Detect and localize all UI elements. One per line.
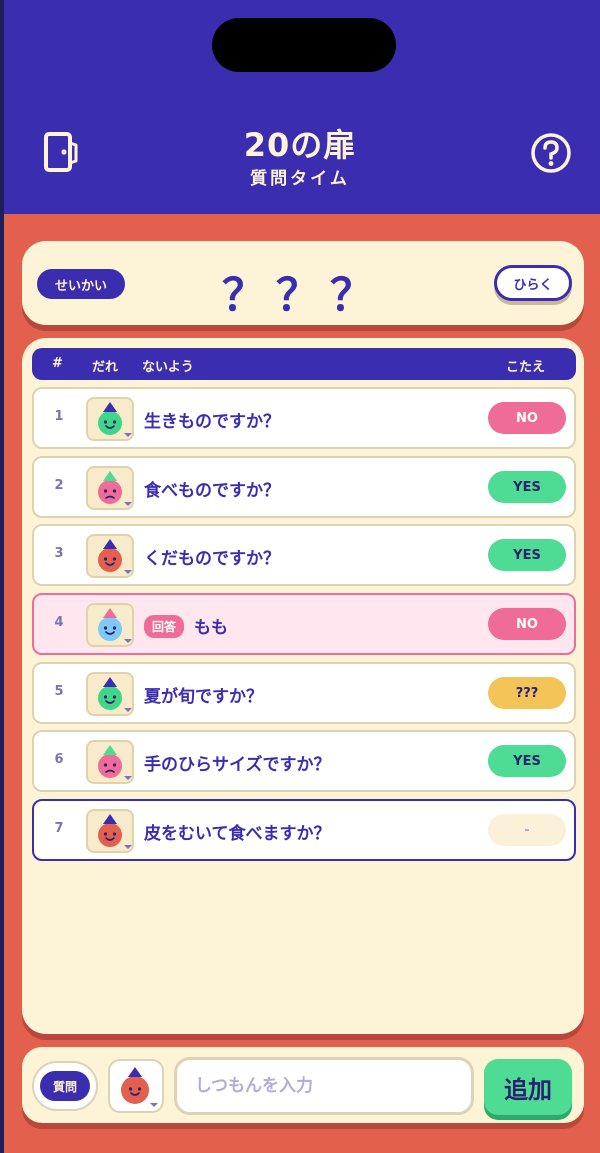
question-text: 回答 もも xyxy=(144,613,228,638)
dropdown-caret-icon xyxy=(124,502,132,506)
character-avatar xyxy=(121,1067,158,1107)
question-text: 夏が旬ですか？ xyxy=(144,682,263,707)
question-label: くだものですか？ xyxy=(144,549,280,569)
help-button[interactable] xyxy=(528,130,574,176)
question-input[interactable] xyxy=(174,1057,474,1115)
column-content: ないよう xyxy=(142,360,194,375)
dropdown-caret-icon xyxy=(124,570,132,574)
mode-label: 質問 xyxy=(40,1071,90,1101)
question-label: 手のひらサイズですか？ xyxy=(144,755,331,775)
app-header: 20の扉 質問タイム xyxy=(0,0,600,214)
question-text: 食べものですか？ xyxy=(144,476,280,501)
avatar-selector[interactable] xyxy=(86,534,134,578)
column-who: だれ xyxy=(92,360,119,375)
question-row[interactable]: 6 手のひらサイズですか？ YES xyxy=(32,730,576,792)
question-text: 皮をむいて食べますか？ xyxy=(144,819,331,844)
row-number: 5 xyxy=(54,684,64,699)
row-number: 7 xyxy=(54,821,64,836)
answer-pill[interactable]: YES xyxy=(488,471,566,503)
character-avatar xyxy=(98,745,132,780)
character-avatar xyxy=(98,471,132,506)
answer-pill[interactable]: YES xyxy=(488,539,566,571)
answer-pill[interactable]: YES xyxy=(488,745,566,777)
device-notch xyxy=(212,18,396,72)
answer-pill[interactable]: ??? xyxy=(488,677,566,709)
page-subtitle: 質問タイム xyxy=(250,169,350,189)
question-label: 皮をむいて食べますか？ xyxy=(144,824,331,844)
question-row-guess[interactable]: 4 回答 もも NO xyxy=(32,593,576,655)
window-edge xyxy=(0,0,4,1153)
question-row[interactable]: 1 生きものですか？ NO xyxy=(32,387,576,449)
answer-label: せいかい xyxy=(37,269,125,299)
question-row[interactable]: 5 夏が旬ですか？ ??? xyxy=(32,662,576,724)
avatar-selector[interactable] xyxy=(86,603,134,647)
row-number: 3 xyxy=(54,546,64,561)
dropdown-caret-icon xyxy=(124,845,132,849)
character-avatar xyxy=(98,677,132,712)
question-row[interactable]: 3 くだものですか？ YES xyxy=(32,524,576,586)
dropdown-caret-icon xyxy=(124,433,132,437)
question-text: 手のひらサイズですか？ xyxy=(144,750,331,775)
question-row[interactable]: 2 食べものですか？ YES xyxy=(32,456,576,518)
column-answer: こたえ xyxy=(506,360,546,375)
character-avatar xyxy=(98,402,132,437)
character-avatar xyxy=(98,539,132,574)
row-number: 2 xyxy=(54,478,64,493)
answer-badge: 回答 xyxy=(144,615,185,638)
avatar-selector[interactable] xyxy=(86,672,134,716)
hidden-answer: ？？？ xyxy=(222,270,384,321)
answer-pill[interactable]: NO xyxy=(488,608,566,640)
column-number: # xyxy=(52,356,63,371)
row-number: 6 xyxy=(54,752,64,767)
question-text: くだものですか？ xyxy=(144,544,280,569)
question-input-bar: 質問 追加 xyxy=(22,1047,584,1123)
answer-pill[interactable]: - xyxy=(488,814,566,846)
avatar-selector[interactable] xyxy=(86,397,134,441)
mode-toggle[interactable]: 質問 xyxy=(32,1061,98,1111)
help-icon xyxy=(531,133,571,173)
add-button[interactable]: 追加 xyxy=(484,1059,572,1115)
question-label: 食べものですか？ xyxy=(144,481,280,501)
questions-panel: # だれ ないよう こたえ 1 生きものですか？ NO 2 食べものですか？ Y… xyxy=(22,338,584,1034)
question-label: もも xyxy=(194,618,229,638)
reveal-button[interactable]: ひらく xyxy=(494,265,572,301)
table-header: # だれ ないよう こたえ xyxy=(32,348,576,380)
avatar-selector[interactable] xyxy=(86,740,134,784)
answer-pill[interactable]: NO xyxy=(488,402,566,434)
answer-card: せいかい ？？？ ひらく xyxy=(22,241,584,325)
dropdown-caret-icon xyxy=(150,1103,158,1107)
question-text: 生きものですか？ xyxy=(144,407,280,432)
dropdown-caret-icon xyxy=(124,639,132,643)
dropdown-caret-icon xyxy=(124,776,132,780)
dropdown-caret-icon xyxy=(124,708,132,712)
avatar-selector[interactable] xyxy=(86,809,134,853)
page-title: 20の扉 xyxy=(243,126,357,164)
question-label: 生きものですか？ xyxy=(144,412,280,432)
question-label: 夏が旬ですか？ xyxy=(144,687,263,707)
character-avatar xyxy=(98,814,132,849)
row-number: 1 xyxy=(54,409,64,424)
avatar-selector[interactable] xyxy=(86,466,134,510)
character-avatar xyxy=(98,608,132,643)
row-number: 4 xyxy=(54,615,64,630)
question-row-current[interactable]: 7 皮をむいて食べますか？ - xyxy=(32,799,576,861)
asker-selector[interactable] xyxy=(108,1059,164,1113)
